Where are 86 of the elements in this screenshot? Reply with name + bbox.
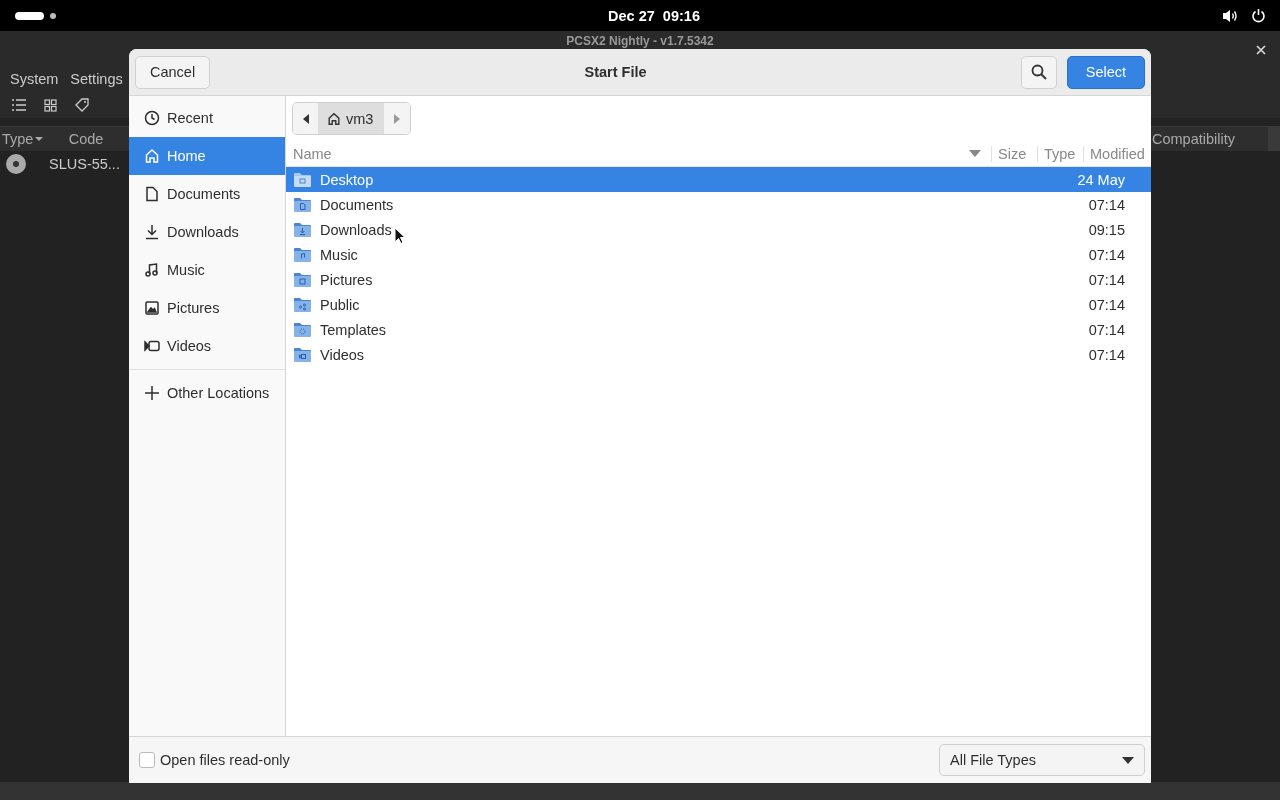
search-icon[interactable] — [1031, 64, 1047, 80]
left-arrow-icon[interactable] — [301, 113, 310, 124]
power-icon[interactable] — [1251, 8, 1266, 23]
sidebar-item[interactable]: Music — [129, 251, 285, 289]
column-header[interactable]: Type — [1037, 145, 1083, 162]
forward-arrow-button[interactable] — [384, 103, 411, 134]
folder-icon — [294, 272, 311, 287]
modified-time: 07:14 — [1088, 246, 1125, 263]
tag-icon[interactable] — [75, 98, 89, 112]
folder-icon — [294, 247, 311, 262]
file-row[interactable]: Templates 07:14 — [286, 317, 1151, 342]
sidebar-item[interactable]: Pictures — [129, 289, 285, 327]
cancel-button[interactable]: Cancel — [135, 55, 211, 89]
folder-icon — [294, 197, 311, 212]
file-row[interactable]: Videos 07:14 — [286, 342, 1151, 367]
sidebar-item[interactable]: Documents — [129, 175, 285, 213]
sidebar-item[interactable]: Other Locations — [129, 374, 285, 412]
right-arrow-icon[interactable] — [393, 113, 402, 124]
back-arrow-button[interactable] — [293, 103, 319, 134]
file-row[interactable]: Public 07:14 — [286, 292, 1151, 317]
table-cell: SLUS-55... — [49, 156, 120, 172]
file-row[interactable]: Music 07:14 — [286, 242, 1151, 267]
volume-icon[interactable] — [1222, 8, 1238, 23]
column-header[interactable]: Size — [991, 145, 1037, 162]
home-icon[interactable] — [327, 111, 341, 126]
clock-icon — [144, 110, 160, 126]
modified-time: 24 May — [1077, 171, 1125, 188]
sidebar-item[interactable]: Downloads — [129, 213, 285, 251]
checkbox[interactable] — [139, 752, 155, 768]
file-name: Desktop — [320, 171, 374, 188]
file-row[interactable]: Documents 07:14 — [286, 192, 1151, 217]
file-row[interactable]: Downloads 09:15 — [286, 217, 1151, 242]
sidebar-item[interactable]: Home — [129, 137, 285, 175]
close-icon[interactable] — [1256, 45, 1266, 55]
sort-arrow-icon[interactable] — [969, 150, 981, 157]
modified-time: 07:14 — [1088, 271, 1125, 288]
file-name: Downloads — [320, 221, 392, 238]
search-button[interactable] — [1021, 55, 1057, 89]
modified-time: 07:14 — [1088, 196, 1125, 213]
folder-icon — [294, 172, 311, 187]
file-name: Videos — [320, 346, 365, 363]
folder-icon — [294, 347, 311, 362]
sidebar-item[interactable]: Recent — [129, 99, 285, 137]
file-row[interactable]: Desktop 24 May — [286, 167, 1151, 192]
column-header[interactable]: Code — [44, 131, 128, 147]
clock[interactable]: Dec 27 09:16 — [608, 7, 700, 24]
file-name: Templates — [320, 321, 387, 338]
mouse-pointer-icon — [394, 227, 405, 244]
download-icon — [144, 224, 160, 240]
file-name: Music — [320, 246, 358, 263]
modified-time: 07:14 — [1088, 321, 1125, 338]
sidebar-item[interactable]: Videos — [129, 327, 285, 365]
column-header[interactable]: Name — [286, 145, 969, 162]
modified-time: 09:15 — [1088, 221, 1125, 238]
file-name: Pictures — [320, 271, 373, 288]
modified-time: 07:14 — [1088, 346, 1125, 363]
menu-item[interactable]: System — [10, 71, 59, 87]
menu-item[interactable]: Settings — [70, 71, 123, 87]
caret-icon[interactable] — [1122, 756, 1134, 764]
folder-icon — [294, 297, 311, 312]
home-icon — [144, 148, 160, 164]
scrollbar[interactable] — [1268, 127, 1280, 151]
checkbox-label[interactable]: Open files read-only — [160, 752, 290, 768]
modified-time: 07:14 — [1088, 296, 1125, 313]
list-view-icon[interactable] — [12, 99, 26, 111]
disc-icon — [5, 153, 27, 175]
picture-icon — [144, 300, 160, 316]
dialog-title: Start File — [583, 64, 648, 80]
column-header[interactable]: Type — [0, 131, 44, 147]
plus-icon — [144, 385, 160, 401]
grid-view-icon[interactable] — [44, 98, 57, 112]
file-type-dropdown[interactable]: All File Types — [939, 744, 1145, 776]
workspace-indicator-icon[interactable] — [15, 11, 56, 20]
select-button[interactable]: Select — [1067, 55, 1145, 89]
folder-icon — [294, 322, 311, 337]
music-note-icon — [144, 262, 160, 278]
path-button[interactable]: vm3 — [319, 103, 385, 134]
folder-icon — [294, 222, 311, 237]
file-name: Public — [320, 296, 360, 313]
file-row[interactable]: Pictures 07:14 — [286, 267, 1151, 292]
column-header[interactable]: Modified — [1083, 145, 1151, 162]
window-title: PCSX2 Nightly - v1.7.5342 — [566, 35, 714, 48]
document-icon — [144, 186, 160, 202]
column-header[interactable]: Compatibility — [1150, 131, 1254, 147]
video-camera-icon — [144, 338, 160, 354]
file-name: Documents — [320, 196, 394, 213]
